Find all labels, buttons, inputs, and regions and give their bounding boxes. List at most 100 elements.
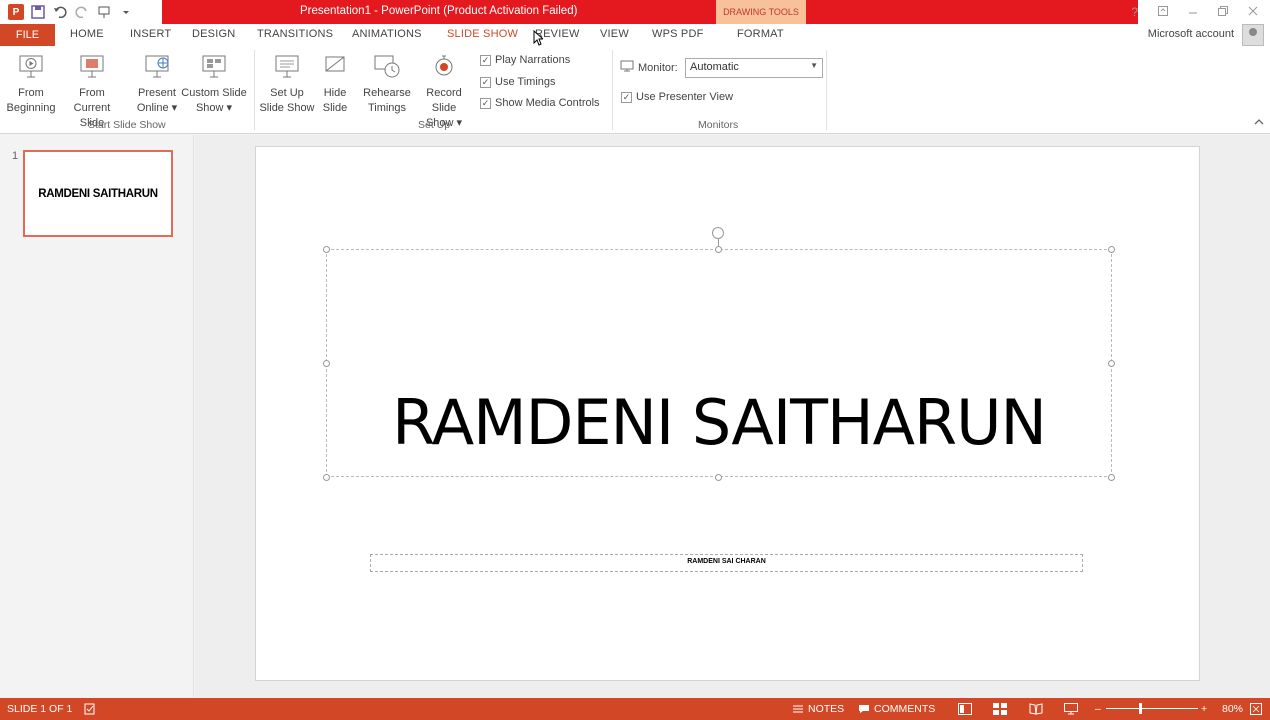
zoom-slider-thumb[interactable] [1139,703,1142,714]
account-name[interactable]: Microsoft account [1148,28,1234,40]
customize-qat-icon[interactable] [118,4,134,20]
hide-slide-line1: Hide [323,87,347,99]
title-bar: P Presentation1 - PowerPoint (Product Ac… [0,0,1270,24]
comments-button[interactable]: COMMENTS [858,703,935,715]
set-up-line1: Set Up [270,87,304,99]
notes-button[interactable]: NOTES [792,703,844,715]
slide-thumbnail[interactable]: RAMDENI SAITHARUN [23,150,173,237]
from-beginning-button[interactable]: From Beginning [6,50,56,116]
comments-icon [859,705,869,713]
group-separator [612,50,613,130]
from-beginning-line1: From [18,87,44,99]
resize-handle-top-left[interactable] [323,246,330,253]
use-presenter-view-label: Use Presenter View [636,91,734,103]
group-separator [826,50,827,130]
ribbon-display-options-icon[interactable] [1158,5,1168,19]
monitor-dropdown[interactable]: Automatic ▼ [685,58,823,78]
restore-icon[interactable] [1218,5,1228,19]
present-online-line2: Online ▾ [136,102,178,114]
tab-insert[interactable]: INSERT [130,28,171,40]
slideshow-start-icon[interactable] [96,4,112,20]
set-up-show-icon [272,50,302,82]
record-line1: Record Slide [426,87,462,114]
monitors-group-label: Monitors [698,119,739,131]
resize-handle-top-right[interactable] [1108,246,1115,253]
tab-view[interactable]: VIEW [600,28,629,40]
play-from-start-icon [16,50,46,82]
play-from-current-icon [77,50,107,82]
slide-sorter-icon[interactable] [993,703,1007,715]
slide-subtitle[interactable]: RAMDENI SAI CHARAN [370,558,1083,565]
window-controls: ? [1131,0,1270,24]
custom-show-line2: Show ▾ [195,102,233,114]
notes-label: NOTES [808,703,845,715]
hide-slide-icon [320,50,350,82]
resize-handle-top[interactable] [715,246,722,253]
set-up-slide-show-button[interactable]: Set Up Slide Show [258,50,316,116]
tab-design[interactable]: DESIGN [192,28,235,40]
tab-home[interactable]: HOME [70,28,104,40]
close-icon[interactable] [1248,5,1258,19]
save-icon[interactable] [30,4,46,20]
window-title: Presentation1 - PowerPoint (Product Acti… [300,5,578,17]
drawing-tools-context-label: DRAWING TOOLS [716,0,806,24]
resize-handle-bottom-left[interactable] [323,474,330,481]
rotate-handle-icon[interactable] [712,227,724,239]
zoom-level[interactable]: 80% [1222,703,1243,715]
resize-handle-bottom[interactable] [715,474,722,481]
slide-title[interactable]: RAMDENI SAITHARUN [326,378,1112,468]
reading-view-icon[interactable] [1029,703,1043,715]
minimize-icon[interactable] [1188,5,1198,19]
hide-slide-button[interactable]: Hide Slide [318,50,352,116]
chevron-down-icon: ▼ [810,61,818,70]
help-icon[interactable]: ? [1131,5,1138,19]
play-narrations-label: Play Narrations [495,54,571,66]
thumbnail-text: RAMDENI SAITHARUN [38,187,158,200]
tab-wps-pdf[interactable]: WPS PDF [652,28,704,40]
slide-counter: SLIDE 1 OF 1 [7,703,73,715]
tab-animations[interactable]: ANIMATIONS [352,28,422,40]
resize-handle-right[interactable] [1108,360,1115,367]
slide-show-view-icon[interactable] [1064,703,1078,715]
present-online-line1: Present [138,87,176,99]
present-online-icon [142,50,172,82]
collapse-ribbon-icon[interactable] [1254,118,1264,129]
group-separator [254,50,255,130]
resize-handle-bottom-right[interactable] [1108,474,1115,481]
tab-file[interactable]: FILE [0,24,55,46]
use-timings-checkbox[interactable]: ✓ Use Timings [480,76,556,88]
redo-icon[interactable] [74,4,90,20]
set-up-group-label: Set Up [418,119,451,131]
tab-transitions[interactable]: TRANSITIONS [257,28,333,40]
start-slide-show-group-label: Start Slide Show [88,119,166,131]
avatar[interactable] [1242,24,1264,46]
custom-show-line1: Custom Slide [181,87,247,99]
custom-slide-show-button[interactable]: Custom Slide Show ▾ [181,50,247,116]
play-narrations-check-icon: ✓ [480,54,491,66]
notes-icon [793,705,803,713]
rehearse-timings-button[interactable]: Rehearse Timings [363,50,411,116]
rehearse-line1: Rehearse [363,87,411,99]
use-presenter-view-checkbox[interactable]: ✓ Use Presenter View [621,91,733,103]
spell-check-icon[interactable] [84,703,96,715]
tab-slide-show[interactable]: SLIDE SHOW [447,28,518,40]
zoom-slider[interactable] [1106,708,1198,709]
undo-icon[interactable] [52,4,68,20]
show-media-controls-check-icon: ✓ [480,97,491,109]
zoom-out-icon[interactable]: – [1095,703,1101,715]
comments-label: COMMENTS [874,703,936,715]
fit-to-window-icon[interactable] [1250,703,1262,715]
monitor-icon [620,60,634,75]
ribbon-tabs: FILE HOME INSERT DESIGN TRANSITIONS ANIM… [0,24,1270,46]
monitor-label-row: Monitor: [620,60,678,75]
play-narrations-checkbox[interactable]: ✓ Play Narrations [480,54,570,66]
zoom-in-icon[interactable]: + [1201,703,1207,715]
normal-view-icon[interactable] [958,703,972,715]
from-current-line1: From [79,87,105,99]
present-online-button[interactable]: Present Online ▾ [134,50,180,116]
resize-handle-left[interactable] [323,360,330,367]
show-media-controls-checkbox[interactable]: ✓ Show Media Controls [480,97,600,109]
tab-format[interactable]: FORMAT [737,28,784,40]
thumbnail-number: 1 [12,150,19,162]
quick-access-toolbar: P [0,0,134,24]
